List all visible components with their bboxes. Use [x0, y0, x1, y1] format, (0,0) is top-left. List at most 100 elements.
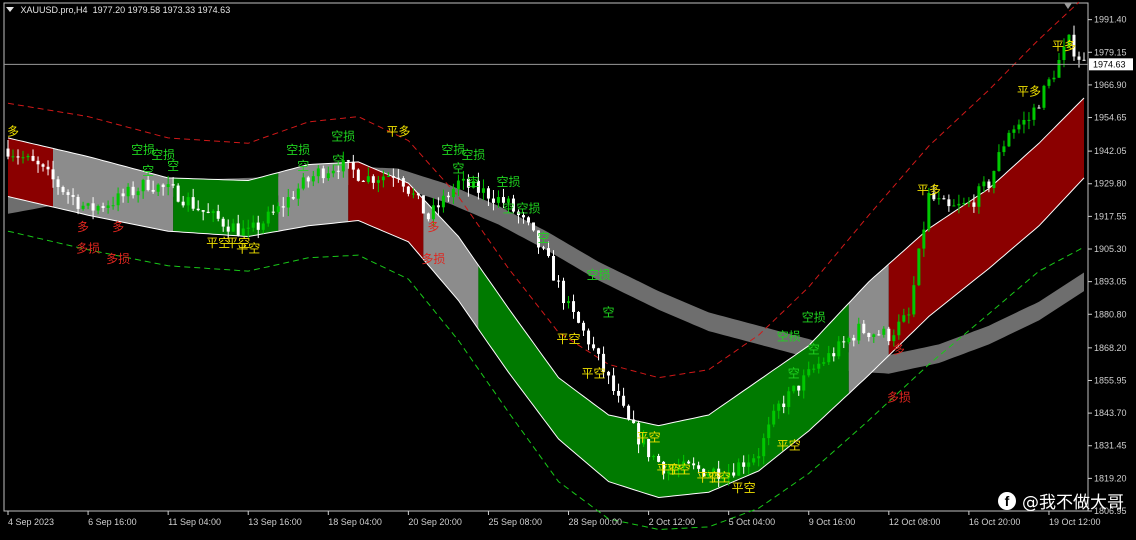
candle-body: [396, 177, 400, 179]
candle-body: [757, 456, 761, 459]
candle-body: [802, 375, 806, 391]
candle-body: [882, 328, 886, 335]
candle-body: [241, 228, 245, 236]
candle-body: [937, 198, 941, 200]
candle-body: [361, 180, 365, 182]
candle-body: [61, 187, 65, 193]
candle-body: [767, 424, 771, 439]
candle-body: [301, 177, 305, 189]
dropdown-triangle-icon[interactable]: [6, 7, 14, 12]
candle-body: [902, 315, 906, 322]
candle-body: [81, 205, 85, 209]
candle-body: [336, 170, 340, 172]
candle-body: [807, 369, 811, 376]
candle: [1017, 119, 1021, 134]
candle-body: [11, 156, 15, 158]
signal-label: 空损: [802, 311, 826, 325]
candle: [1037, 104, 1041, 109]
candle-body: [271, 211, 275, 213]
candle-body: [56, 179, 60, 188]
price-chart[interactable]: 多多 多多损多损空损空损空 空空损空损空 空平多空损空损空空 空损空损空空空损空多多损平…: [0, 0, 1136, 535]
candle-body: [862, 323, 866, 334]
candle: [1022, 111, 1026, 134]
y-tick-label: 1942.05: [1094, 146, 1127, 156]
signal-label: 平多: [917, 183, 941, 197]
signal-label: 多: [893, 343, 905, 357]
signal-label: 多损: [421, 252, 445, 266]
candle-body: [206, 211, 210, 213]
candle-body: [441, 195, 445, 208]
candle-body: [877, 334, 881, 336]
signal-label: 平多: [1052, 39, 1076, 53]
candle-body: [531, 222, 535, 231]
candle-body: [847, 337, 851, 343]
candle-body: [987, 181, 991, 189]
candle-body: [41, 164, 45, 167]
signal-label: 空损: [496, 175, 520, 189]
candle: [552, 250, 556, 281]
candle-body: [837, 341, 841, 357]
candle-body: [907, 314, 911, 316]
x-tick-label: 2 Oct 12:00: [649, 517, 696, 527]
candle-body: [1007, 132, 1011, 147]
candle-body: [456, 180, 460, 190]
signal-label: 平空: [707, 471, 731, 485]
candle-body: [782, 403, 786, 408]
x-tick-label: 28 Sep 00:00: [569, 517, 623, 527]
candle-body: [261, 223, 265, 230]
candle: [617, 383, 621, 403]
candle-body: [66, 192, 70, 196]
candle-body: [817, 363, 821, 369]
signal-label: 空: [788, 367, 800, 381]
candle-body: [356, 169, 360, 181]
candle-body: [1027, 119, 1031, 121]
candle-body: [1057, 60, 1061, 78]
candle-body: [777, 403, 781, 411]
x-tick-label: 11 Sep 04:00: [168, 517, 221, 527]
candle: [597, 347, 601, 361]
y-tick-label: 1991.40: [1094, 15, 1127, 25]
signal-label: 多损: [76, 241, 100, 255]
candle-body: [797, 385, 801, 391]
candle-body: [51, 169, 55, 180]
candle-body: [371, 176, 375, 183]
candle-body: [141, 179, 145, 192]
chart-root[interactable]: 多多多多损 多损 空损 空损空空空损 空损空空平多 空损 空损空空空损 空损空空空损空多多损平…: [0, 0, 1136, 535]
candle: [567, 296, 571, 309]
candle-body: [912, 285, 916, 315]
candle-body: [71, 195, 75, 197]
candle-body: [256, 222, 260, 230]
candle: [627, 404, 631, 421]
watermark-text: @我不做大哥: [1022, 493, 1124, 513]
candle-body: [582, 322, 586, 331]
candle-body: [962, 202, 966, 204]
candle: [587, 328, 591, 351]
candle-body: [547, 248, 551, 256]
candle: [582, 320, 586, 336]
candle-body: [231, 223, 235, 232]
signal-label: 平空: [637, 431, 661, 445]
x-tick-label: 9 Oct 16:00: [809, 517, 856, 527]
candle-body: [607, 371, 611, 376]
signal-label: 平空: [667, 463, 691, 477]
candle-body: [697, 465, 701, 469]
candle-body: [76, 196, 80, 209]
symbol-label: XAUUSD.pro,H4: [20, 5, 88, 15]
candle: [592, 336, 596, 351]
y-tick-label: 1819.20: [1094, 473, 1127, 483]
signal-label: 空: [467, 175, 479, 189]
y-tick-label: 1979.15: [1094, 47, 1127, 57]
candle-body: [872, 334, 876, 338]
candle: [1012, 125, 1016, 139]
signal-label: 空: [537, 231, 549, 245]
candle-body: [451, 189, 455, 198]
signal-label: 平空: [732, 481, 756, 495]
candle-body: [266, 211, 270, 224]
candle-body: [857, 323, 861, 341]
candle-body: [832, 353, 836, 357]
signal-label: 空: [452, 162, 464, 176]
signal-label: 多损: [887, 391, 911, 405]
candle-body: [1042, 85, 1046, 108]
candle-body: [131, 186, 135, 196]
channel-fill-segment-0: [8, 137, 53, 207]
